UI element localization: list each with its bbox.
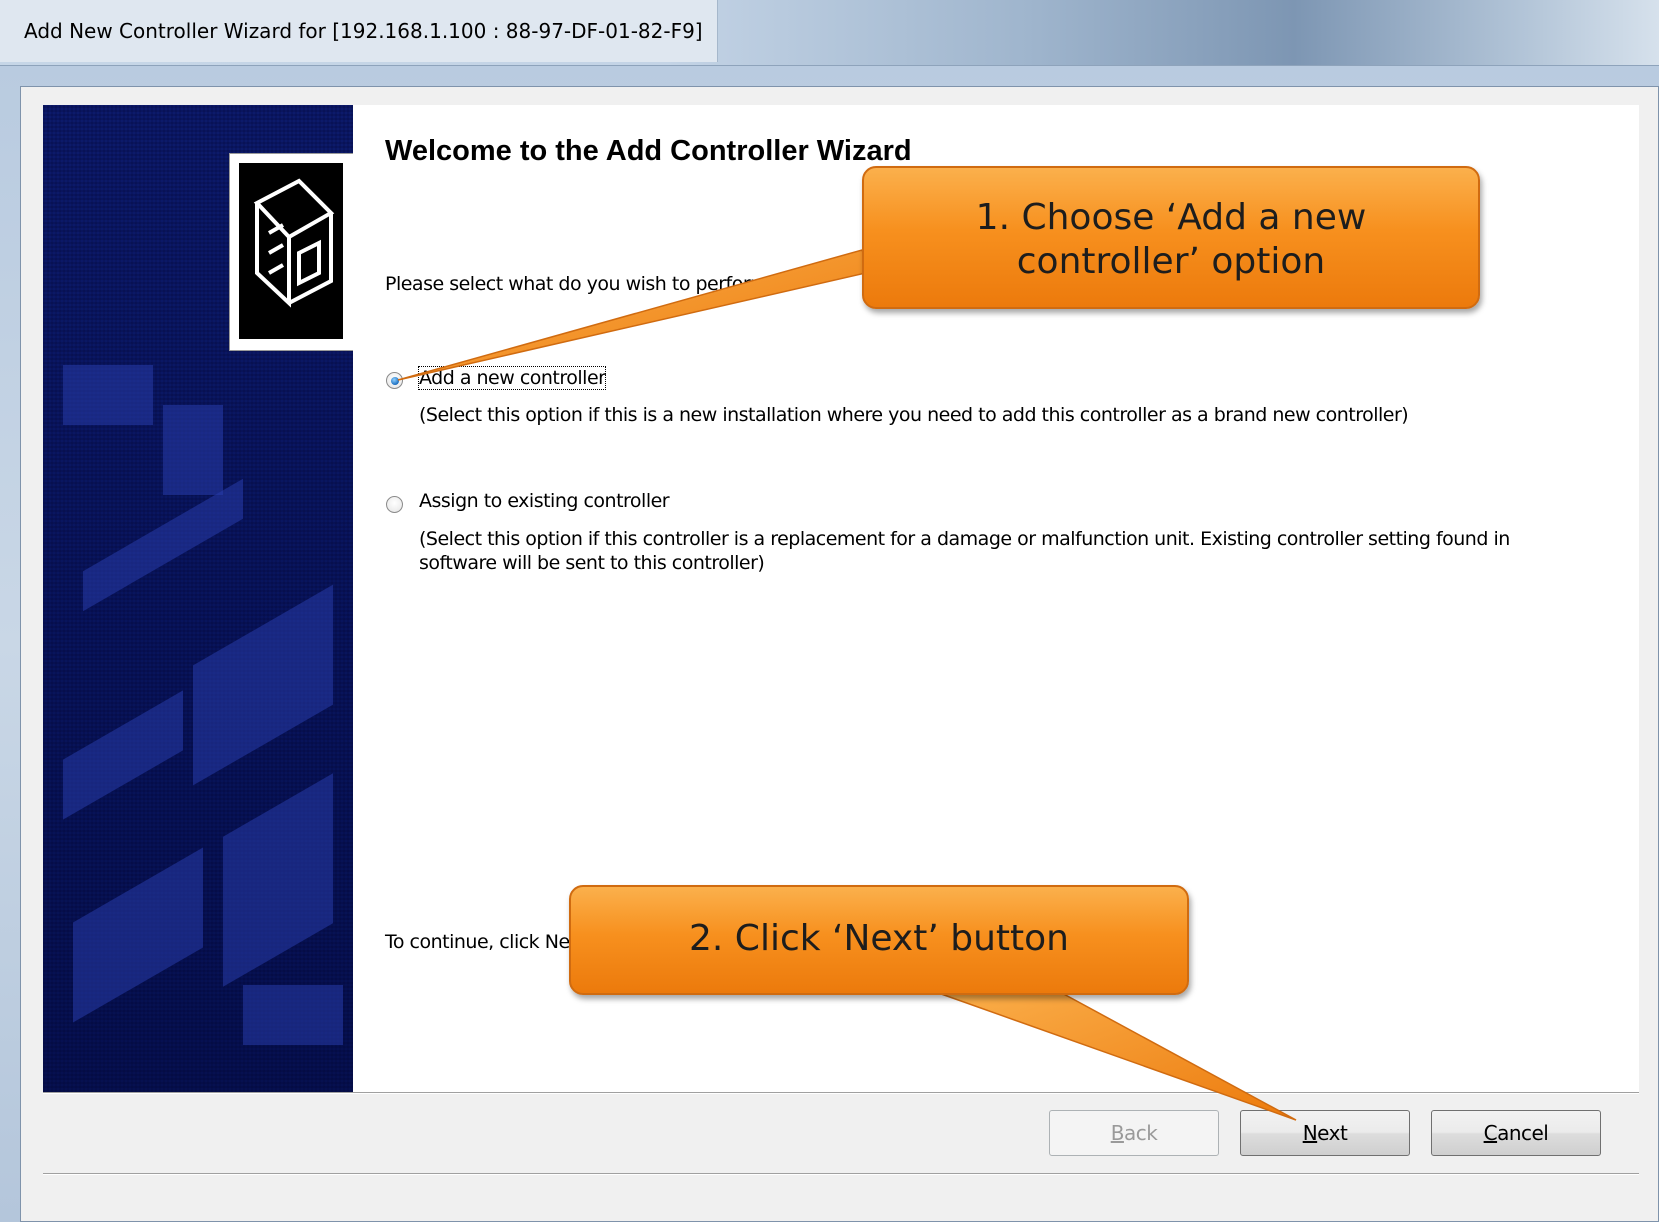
window-title-bar[interactable]: Add New Controller Wizard for [192.168.1… <box>0 0 1659 66</box>
callout-step-1-line-2: controller’ option <box>1016 241 1326 282</box>
wizard-heading: Welcome to the Add Controller Wizard <box>385 135 912 167</box>
window-title: Add New Controller Wizard for [192.168.1… <box>0 0 718 62</box>
status-separator <box>43 1173 1639 1175</box>
next-button[interactable]: Next <box>1240 1110 1410 1156</box>
radio-selected-dot <box>391 377 399 385</box>
callout-step-2-text: 2. Click ‘Next’ button <box>689 918 1069 959</box>
button-area-separator <box>43 1092 1639 1094</box>
assign-existing-controller-label[interactable]: Assign to existing controller <box>419 490 670 512</box>
add-new-controller-label[interactable]: Add a new controller <box>417 366 607 390</box>
cancel-button[interactable]: Cancel <box>1431 1110 1601 1156</box>
wizard-hardware-logo-icon <box>253 178 335 308</box>
add-new-controller-radio[interactable] <box>386 372 403 389</box>
assign-existing-controller-radio[interactable] <box>386 496 403 513</box>
add-new-controller-description: (Select this option if this is a new ins… <box>419 404 1409 426</box>
back-button[interactable]: Back <box>1049 1110 1219 1156</box>
callout-step-2: 2. Click ‘Next’ button <box>569 885 1189 995</box>
assign-existing-controller-description: (Select this option if this controller i… <box>419 528 1510 574</box>
wizard-banner <box>43 105 353 1092</box>
callout-step-1: 1. Choose ‘Add a new controller’ option <box>862 166 1480 309</box>
continue-instruction: To continue, click Next. <box>385 931 593 953</box>
callout-step-1-line-1: 1. Choose ‘Add a new <box>975 197 1367 238</box>
wizard-logo <box>229 153 353 351</box>
wizard-prompt: Please select what do you wish to perfor… <box>385 273 768 295</box>
